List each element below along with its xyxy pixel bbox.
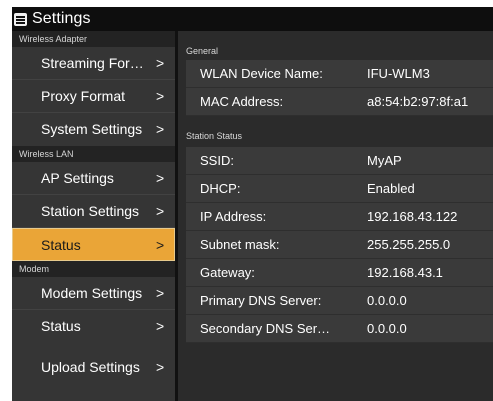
sidebar-item-streaming-format[interactable]: Streaming For… >: [12, 47, 175, 80]
sidebar-item-label: Status: [41, 237, 81, 253]
sidebar-item-label: Proxy Format: [41, 88, 126, 104]
row-label: MAC Address:: [200, 94, 284, 109]
sidebar: Wireless Adapter Streaming For… > Proxy …: [12, 31, 175, 401]
info-row-ssid: SSID: MyAP: [186, 147, 493, 175]
window-title: Settings: [32, 10, 91, 27]
info-row-gateway: Gateway: 192.168.43.1: [186, 259, 493, 287]
chevron-right-icon: >: [156, 203, 165, 219]
row-value: IFU-WLM3: [367, 66, 430, 81]
row-label: Gateway:: [200, 265, 255, 280]
chevron-right-icon: >: [156, 318, 165, 334]
info-row-dhcp: DHCP: Enabled: [186, 175, 493, 203]
title-bar: Settings: [12, 7, 493, 31]
sidebar-item-label: Status: [41, 318, 81, 334]
sidebar-section-wireless-adapter: Wireless Adapter: [12, 31, 175, 47]
row-value: 192.168.43.1: [367, 265, 443, 280]
sidebar-section-wireless-lan: Wireless LAN: [12, 146, 175, 162]
sidebar-item-upload-settings[interactable]: Upload Settings >: [12, 351, 175, 384]
row-value: MyAP: [367, 153, 402, 168]
hamburger-menu-icon[interactable]: [14, 12, 27, 26]
sidebar-item-label: Streaming For…: [41, 55, 144, 71]
sidebar-item-modem-status[interactable]: Status >: [12, 310, 175, 343]
row-label: Primary DNS Server:: [200, 293, 322, 308]
row-value: a8:54:b2:97:8f:a1: [367, 94, 469, 109]
status-panel: General WLAN Device Name: IFU-WLM3 MAC A…: [178, 31, 493, 401]
chevron-right-icon: >: [156, 359, 165, 375]
row-value: Enabled: [367, 181, 415, 196]
sidebar-item-station-settings[interactable]: Station Settings >: [12, 195, 175, 228]
row-value: 0.0.0.0: [367, 293, 407, 308]
sidebar-item-label: System Settings: [41, 121, 143, 137]
row-value: 192.168.43.122: [367, 209, 458, 224]
row-label: Secondary DNS Ser…: [200, 321, 331, 336]
chevron-right-icon: >: [156, 237, 165, 253]
info-row-primary-dns: Primary DNS Server: 0.0.0.0: [186, 287, 493, 315]
sidebar-item-ap-settings[interactable]: AP Settings >: [12, 162, 175, 195]
row-value: 0.0.0.0: [367, 321, 407, 336]
row-label: SSID:: [200, 153, 234, 168]
row-label: IP Address:: [200, 209, 267, 224]
sidebar-item-label: Upload Settings: [41, 359, 140, 375]
sidebar-item-label: Modem Settings: [41, 285, 143, 301]
section-header-general: General: [186, 46, 219, 56]
row-label: DHCP:: [200, 181, 241, 196]
sidebar-item-wlan-status[interactable]: Status >: [12, 228, 175, 261]
sidebar-item-label: AP Settings: [41, 170, 114, 186]
section-header-station-status: Station Status: [186, 131, 243, 141]
sidebar-item-proxy-format[interactable]: Proxy Format >: [12, 80, 175, 113]
sidebar-item-system-settings[interactable]: System Settings >: [12, 113, 175, 146]
sidebar-section-modem: Modem: [12, 261, 175, 277]
info-row-secondary-dns: Secondary DNS Ser… 0.0.0.0: [186, 315, 493, 343]
info-row-mac-address: MAC Address: a8:54:b2:97:8f:a1: [186, 88, 493, 116]
row-value: 255.255.255.0: [367, 237, 451, 252]
settings-screen: Settings Wireless Adapter Streaming For……: [12, 7, 493, 401]
chevron-right-icon: >: [156, 170, 165, 186]
chevron-right-icon: >: [156, 55, 165, 71]
sidebar-item-label: Station Settings: [41, 203, 140, 219]
chevron-right-icon: >: [156, 88, 165, 104]
info-row-ip-address: IP Address: 192.168.43.122: [186, 203, 493, 231]
chevron-right-icon: >: [156, 121, 165, 137]
row-label: WLAN Device Name:: [200, 66, 323, 81]
info-row-wlan-device-name: WLAN Device Name: IFU-WLM3: [186, 60, 493, 88]
row-label: Subnet mask:: [200, 237, 280, 252]
chevron-right-icon: >: [156, 285, 165, 301]
sidebar-item-modem-settings[interactable]: Modem Settings >: [12, 277, 175, 310]
info-row-subnet-mask: Subnet mask: 255.255.255.0: [186, 231, 493, 259]
